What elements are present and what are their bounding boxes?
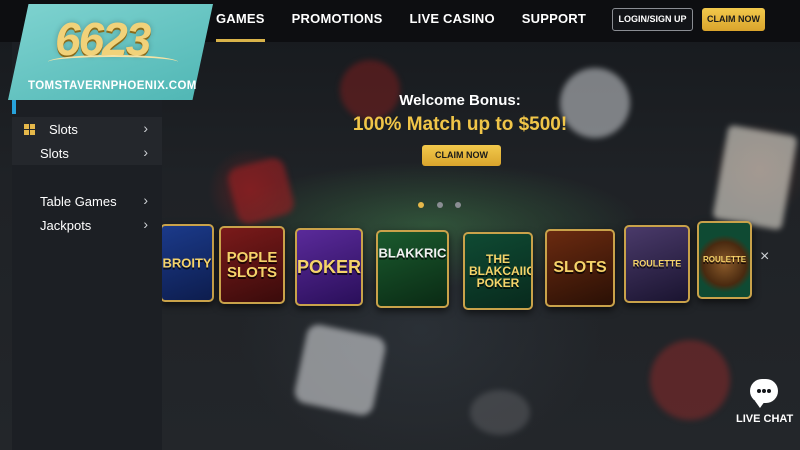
game-tile-pople-slots[interactable]: POPLE SLOTS: [219, 226, 285, 304]
game-tile-roulette[interactable]: ROULETTE: [697, 221, 752, 299]
header-claim-now-button[interactable]: CLAIM NOW: [702, 8, 765, 31]
game-tile-blakcaiic-poker[interactable]: THE BLAKCAIIC POKER: [463, 232, 533, 310]
logo-swoosh: [48, 55, 178, 69]
chevron-right-icon: ›: [143, 144, 148, 160]
sidebar-item-jackpots[interactable]: Jackpots ›: [12, 213, 162, 237]
close-icon[interactable]: ×: [760, 248, 769, 266]
game-tile-title: THE BLAKCAIIC POKER: [469, 252, 533, 290]
game-tile-title: POPLE SLOTS: [226, 249, 278, 281]
logo-site-name: TOMSTAVERNPHOENIX.COM: [28, 80, 197, 92]
game-category-sidebar: [12, 42, 162, 450]
chevron-right-icon: ›: [143, 216, 148, 232]
background-chip: [650, 340, 730, 420]
sidebar-item-label: Jackpots: [40, 218, 92, 233]
background-chip: [340, 60, 400, 120]
chat-dot: [757, 389, 761, 393]
chat-bubble-icon[interactable]: [750, 379, 778, 408]
sidebar-item-slots-sub[interactable]: Slots ›: [12, 141, 162, 165]
game-tile-title: POKER: [297, 257, 362, 277]
carousel-dot-3[interactable]: [455, 202, 461, 208]
background-card: [712, 124, 798, 231]
sidebar-item-label: Slots: [49, 122, 78, 137]
game-tile-title: ROULETTE: [702, 255, 747, 264]
background-die: [292, 322, 388, 418]
live-chat-label[interactable]: LIVE CHAT: [736, 413, 793, 425]
game-tile-title: SLOTS: [553, 259, 607, 276]
nav-promotions[interactable]: PROMOTIONS: [292, 0, 383, 42]
nav-games[interactable]: GAMES: [216, 0, 265, 42]
sidebar-item-label: Table Games: [40, 194, 117, 209]
sidebar-item-slots[interactable]: Slots ›: [12, 117, 162, 141]
game-tile-slots[interactable]: SLOTS: [545, 229, 615, 307]
grid-icon: [24, 124, 35, 135]
promo-claim-now-button[interactable]: CLAIM NOW: [422, 145, 501, 166]
game-tile-broity[interactable]: BROITY: [160, 224, 214, 302]
nav-live-casino[interactable]: LIVE CASINO: [410, 0, 495, 42]
game-tile-poker[interactable]: POKER: [295, 228, 363, 306]
carousel-dot-2[interactable]: [437, 202, 443, 208]
sidebar-item-label: Slots: [40, 146, 69, 161]
chat-dot: [762, 389, 766, 393]
game-tile-title: BROITY: [162, 255, 212, 271]
chevron-right-icon: ›: [143, 192, 148, 208]
background-die: [225, 155, 297, 227]
background-chip: [470, 390, 530, 435]
login-signup-button[interactable]: LOGIN/SIGN UP: [612, 8, 693, 31]
chevron-right-icon: ›: [143, 120, 148, 136]
main-menu: GAMES PROMOTIONS LIVE CASINO SUPPORT: [216, 0, 613, 42]
sidebar-item-table-games[interactable]: Table Games ›: [12, 189, 162, 213]
game-tile-title: BLAKKRIC: [378, 245, 447, 261]
game-tile-roulette-machine[interactable]: ROULETTE: [624, 225, 690, 303]
game-tile-title: ROULETTE: [632, 258, 682, 269]
promo-offer: 100% Match up to $500!: [352, 114, 568, 135]
nav-support[interactable]: SUPPORT: [522, 0, 586, 42]
promo-title: Welcome Bonus:: [399, 92, 521, 109]
carousel-dot-1[interactable]: [418, 202, 424, 208]
chat-dot: [767, 389, 771, 393]
game-tile-blakkric[interactable]: BLAKKRIC: [376, 230, 449, 308]
